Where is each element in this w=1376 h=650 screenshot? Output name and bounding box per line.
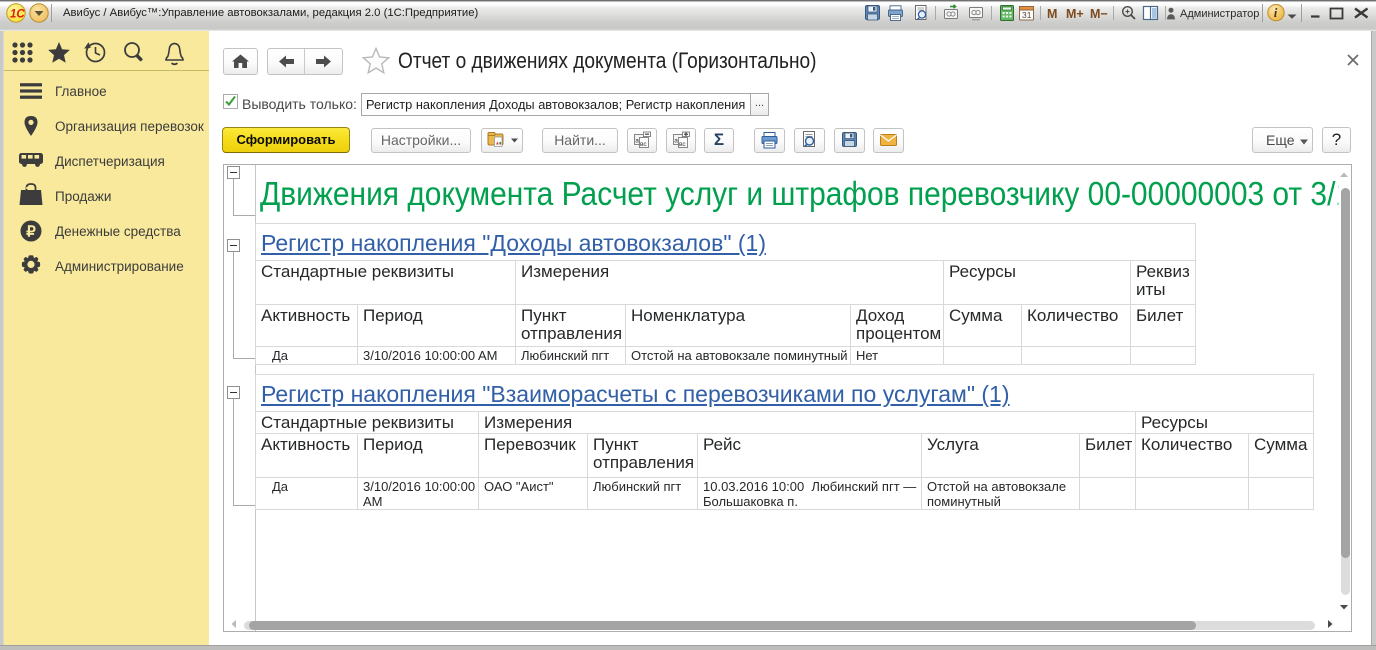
svg-text:а: а	[674, 138, 678, 145]
svg-text:М+: М+	[1066, 7, 1084, 21]
svg-text:М: М	[1047, 7, 1057, 21]
svg-text:вс: вс	[640, 141, 647, 148]
svg-text:М−: М−	[1090, 7, 1108, 21]
svg-text:вс: вс	[679, 141, 686, 148]
svg-text:₽: ₽	[26, 224, 36, 241]
svg-text:а: а	[635, 138, 639, 145]
svg-text:1С: 1С	[10, 9, 25, 21]
svg-text:i: i	[1274, 5, 1278, 20]
svg-text:31: 31	[1022, 10, 1032, 20]
